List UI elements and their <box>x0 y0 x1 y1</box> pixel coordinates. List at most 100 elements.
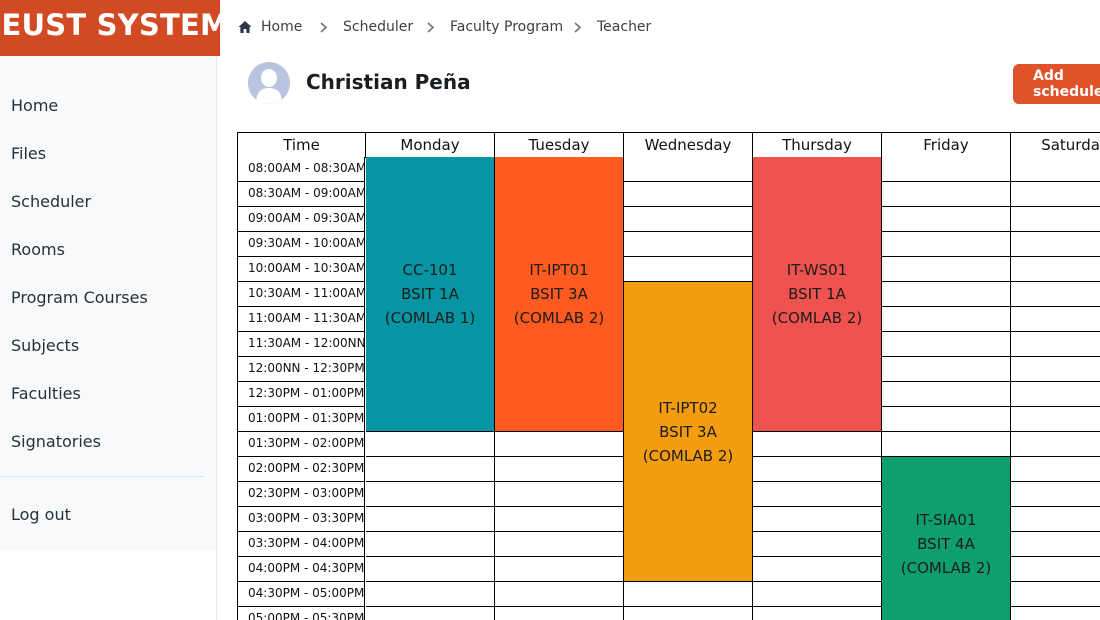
schedule-cell[interactable] <box>1011 257 1100 282</box>
column-header-thursday: Thursday <box>752 132 881 158</box>
schedule-cell[interactable] <box>495 432 624 457</box>
sidebar-item-faculties[interactable]: Faculties <box>11 384 81 403</box>
class-subject: IT-IPT01 <box>529 261 589 279</box>
class-section: BSIT 4A <box>917 535 975 553</box>
schedule-cell[interactable] <box>366 482 495 507</box>
schedule-grid: Time Monday Tuesday Wednesday Thursday Friday… <box>237 132 1100 620</box>
schedule-cell[interactable] <box>495 607 624 620</box>
sidebar-item-rooms[interactable]: Rooms <box>11 240 65 259</box>
schedule-cell[interactable] <box>1011 582 1100 607</box>
app-brand[interactable]: NEUST SYSTEM <box>0 0 220 56</box>
schedule-cell[interactable] <box>495 482 624 507</box>
time-slot-label: 01:30PM - 02:00PM <box>237 432 365 457</box>
class-room: (COMLAB 2) <box>771 309 863 327</box>
schedule-cell[interactable] <box>882 357 1011 382</box>
schedule-cell[interactable] <box>1011 232 1100 257</box>
sidebar-item-home[interactable]: Home <box>11 96 58 115</box>
schedule-cell[interactable] <box>1011 382 1100 407</box>
schedule-cell[interactable] <box>753 457 882 482</box>
schedule-cell[interactable] <box>1011 282 1100 307</box>
schedule-cell[interactable] <box>495 582 624 607</box>
schedule-cell[interactable] <box>366 507 495 532</box>
schedule-cell[interactable] <box>495 557 624 582</box>
breadcrumb-scheduler[interactable]: Scheduler <box>343 19 413 35</box>
class-block-it-sia01[interactable]: IT-SIA01 BSIT 4A (COMLAB 2) <box>882 457 1011 620</box>
time-slot-label: 04:00PM - 04:30PM <box>237 557 365 582</box>
class-block-it-ipt02[interactable]: IT-IPT02 BSIT 3A (COMLAB 2) <box>624 282 753 582</box>
schedule-cell[interactable] <box>1011 407 1100 432</box>
schedule-cell[interactable] <box>882 182 1011 207</box>
schedule-cell[interactable] <box>882 307 1011 332</box>
avatar <box>248 62 290 104</box>
schedule-cell[interactable] <box>366 557 495 582</box>
class-block-cc-101[interactable]: CC-101 BSIT 1A (COMLAB 1) <box>366 157 495 432</box>
schedule-cell[interactable] <box>1011 207 1100 232</box>
logout-button[interactable]: Log out <box>11 505 71 524</box>
schedule-cell[interactable] <box>1011 182 1100 207</box>
class-section: BSIT 3A <box>659 422 717 441</box>
time-slot-label: 04:30PM - 05:00PM <box>237 582 365 607</box>
add-schedule-button[interactable]: Add schedule <box>1013 64 1100 104</box>
schedule-cell[interactable] <box>1011 307 1100 332</box>
schedule-cell[interactable] <box>1011 532 1100 557</box>
schedule-cell[interactable] <box>1011 607 1100 620</box>
sidebar-item-signatories[interactable]: Signatories <box>11 432 101 451</box>
schedule-cell[interactable] <box>882 432 1011 457</box>
schedule-cell[interactable] <box>753 557 882 582</box>
schedule-cell[interactable] <box>753 482 882 507</box>
schedule-cell[interactable] <box>882 382 1011 407</box>
schedule-cell[interactable] <box>624 182 753 207</box>
time-slot-label: 02:30PM - 03:00PM <box>237 482 365 507</box>
schedule-cell[interactable] <box>624 232 753 257</box>
schedule-cell[interactable] <box>1011 457 1100 482</box>
schedule-cell[interactable] <box>882 232 1011 257</box>
schedule-cell[interactable] <box>753 432 882 457</box>
schedule-cell[interactable] <box>366 532 495 557</box>
schedule-cell[interactable] <box>882 157 1011 182</box>
schedule-cell[interactable] <box>753 607 882 620</box>
class-section: BSIT 1A <box>401 285 459 303</box>
schedule-cell[interactable] <box>366 582 495 607</box>
schedule-cell[interactable] <box>366 432 495 457</box>
schedule-cell[interactable] <box>624 207 753 232</box>
chevron-right-icon <box>574 22 582 33</box>
column-header-wednesday: Wednesday <box>623 132 752 158</box>
class-block-it-ipt01[interactable]: IT-IPT01 BSIT 3A (COMLAB 2) <box>495 157 624 432</box>
column-header-time: Time <box>237 132 365 158</box>
breadcrumb-home[interactable]: Home <box>261 19 302 35</box>
schedule-cell[interactable] <box>624 582 753 607</box>
class-subject: IT-WS01 <box>786 261 848 279</box>
schedule-cell[interactable] <box>882 207 1011 232</box>
schedule-cell[interactable] <box>366 607 495 620</box>
sidebar-item-program-courses[interactable]: Program Courses <box>11 288 148 307</box>
schedule-cell[interactable] <box>882 282 1011 307</box>
schedule-cell[interactable] <box>1011 432 1100 457</box>
schedule-cell[interactable] <box>1011 157 1100 182</box>
sidebar-item-scheduler[interactable]: Scheduler <box>11 192 91 211</box>
schedule-cell[interactable] <box>495 457 624 482</box>
schedule-cell[interactable] <box>1011 507 1100 532</box>
schedule-cell[interactable] <box>624 157 753 182</box>
schedule-cell[interactable] <box>1011 482 1100 507</box>
class-room: (COMLAB 1) <box>384 309 476 327</box>
schedule-cell[interactable] <box>753 507 882 532</box>
schedule-cell[interactable] <box>366 457 495 482</box>
time-slot-label: 12:00NN - 12:30PM <box>237 357 365 382</box>
schedule-cell[interactable] <box>624 607 753 620</box>
sidebar-item-files[interactable]: Files <box>11 144 46 163</box>
sidebar-item-subjects[interactable]: Subjects <box>11 336 79 355</box>
time-slot-label: 12:30PM - 01:00PM <box>237 382 365 407</box>
schedule-cell[interactable] <box>882 407 1011 432</box>
breadcrumb-faculty-program[interactable]: Faculty Program <box>450 19 563 35</box>
schedule-cell[interactable] <box>753 532 882 557</box>
schedule-cell[interactable] <box>1011 332 1100 357</box>
schedule-cell[interactable] <box>1011 557 1100 582</box>
class-block-it-ws01[interactable]: IT-WS01 BSIT 1A (COMLAB 2) <box>753 157 882 432</box>
schedule-cell[interactable] <box>495 532 624 557</box>
schedule-cell[interactable] <box>495 507 624 532</box>
schedule-cell[interactable] <box>882 257 1011 282</box>
schedule-cell[interactable] <box>882 332 1011 357</box>
schedule-cell[interactable] <box>624 257 753 282</box>
schedule-cell[interactable] <box>1011 357 1100 382</box>
schedule-cell[interactable] <box>753 582 882 607</box>
